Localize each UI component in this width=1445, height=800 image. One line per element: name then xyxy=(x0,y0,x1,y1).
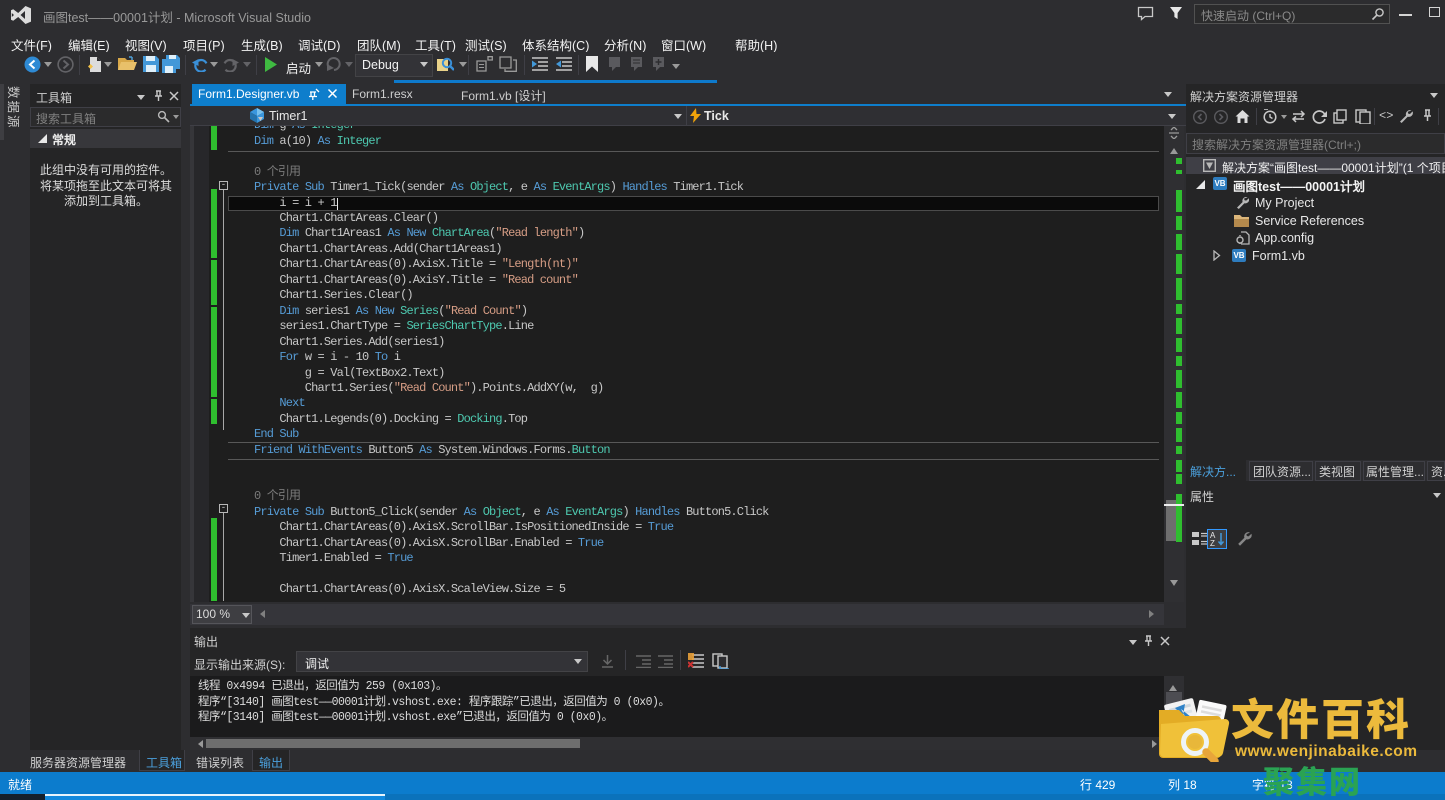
svg-text:Z: Z xyxy=(1210,539,1215,547)
